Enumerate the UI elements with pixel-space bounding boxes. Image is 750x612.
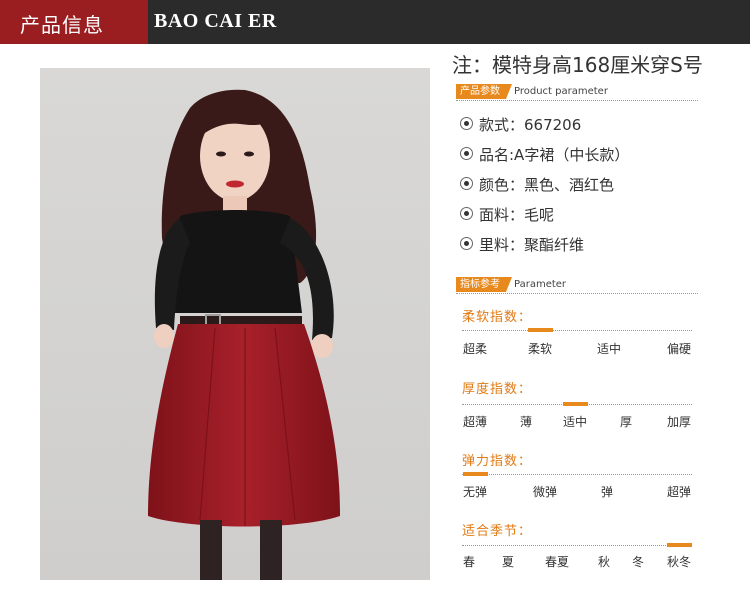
season-option: 夏 [502,555,515,569]
thickness-option: 超薄 [463,415,488,429]
thickness-title: 厚度指数： [462,382,533,397]
model-size-note: 注：模特身高168厘米穿S号 [452,53,703,77]
softness-option: 偏硬 [667,342,692,356]
season-option: 冬 [632,555,645,569]
param-item-name: 品名:A字裙（中长款） [460,144,629,165]
param-item-fabric: 面料：毛呢 [460,204,554,225]
thickness-option: 适中 [563,415,588,429]
season-title: 适合季节： [462,524,533,539]
bullet-icon [460,177,473,190]
elasticity-title: 弹力指数： [462,454,533,469]
elasticity-option: 超弹 [667,485,692,499]
param-text: 款式：667206 [479,116,582,134]
parameter-tag: 指标参考 [456,277,512,292]
divider [456,100,698,101]
season-indicator [667,543,692,547]
elasticity-option: 弹 [601,485,614,499]
thickness-option: 薄 [520,415,533,429]
bullet-icon [460,237,473,250]
softness-option: 柔软 [528,342,553,356]
model-illustration [40,68,430,580]
param-text: 里料：聚酯纤维 [479,236,585,254]
season-option: 秋冬 [667,555,692,569]
softness-scale-line [462,330,692,331]
param-item-color: 颜色：黑色、酒红色 [460,174,614,195]
softness-option: 适中 [597,342,622,356]
product-parameter-label: Product parameter [514,86,608,97]
param-text: 品名:A字裙（中长款） [479,146,630,164]
param-text: 颜色：黑色、酒红色 [479,176,615,194]
season-option: 春 [463,555,476,569]
model-photo [40,68,430,580]
softness-indicator [528,328,553,332]
param-item-style: 款式：667206 [460,114,581,135]
elasticity-scale-line [462,474,692,475]
header-bar: 产品信息 BAO CAI ER [0,0,750,44]
param-item-lining: 里料：聚酯纤维 [460,234,584,255]
product-parameter-tag: 产品参数 [456,84,512,99]
season-option: 春夏 [545,555,570,569]
elasticity-option: 无弹 [463,485,488,499]
thickness-indicator [563,402,588,406]
header-title-block: 产品信息 [0,0,148,44]
brand-name: BAO CAI ER [154,10,277,32]
product-parameter-header: 产品参数 Product parameter [456,84,698,101]
bullet-icon [460,117,473,130]
elasticity-option: 微弹 [533,485,558,499]
parameter-label: Parameter [514,279,567,290]
param-text: 面料：毛呢 [479,206,555,224]
header-title: 产品信息 [20,13,104,37]
softness-option: 超柔 [463,342,488,356]
thickness-option: 厚 [620,415,633,429]
bullet-icon [460,147,473,160]
divider [456,293,698,294]
brand-block: BAO CAI ER [148,0,750,44]
season-option: 秋 [598,555,611,569]
thickness-option: 加厚 [667,415,692,429]
parameter-header: 指标参考 Parameter [456,277,698,294]
elasticity-indicator [463,472,488,476]
softness-title: 柔软指数： [462,310,533,325]
bullet-icon [460,207,473,220]
season-scale-line [462,545,692,546]
